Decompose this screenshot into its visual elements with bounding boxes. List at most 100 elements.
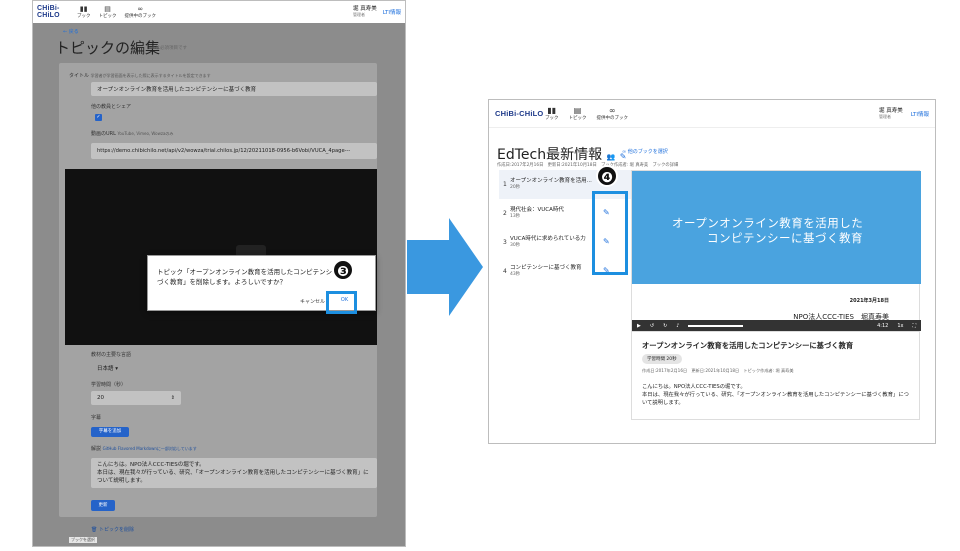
people-icon: 👥 (606, 153, 616, 161)
description-textarea[interactable]: こんにちは。NPO法人CCC-TIESの堀です。 本日は、現在我々が行っている、… (91, 458, 377, 488)
edit-icons-highlight-box (592, 191, 628, 275)
title-label-text: タイトル (69, 73, 90, 79)
nav-topics[interactable]: ▤ トピック (99, 5, 117, 19)
nav-label: 提供中のブック (596, 116, 629, 121)
book-title: EdTech最新情報 👥 ✎ (497, 144, 626, 164)
title-label: タイトル 学習者が学習画面を表示した際に表示するタイトルを設定できます (69, 72, 211, 79)
back-link[interactable]: ← 戻る (63, 28, 79, 35)
topic-duration: 13秒 (510, 214, 521, 219)
play-icon[interactable]: ▶ (637, 323, 641, 329)
user-role: 管理者 (878, 113, 891, 119)
topic-duration: 30秒 (510, 243, 521, 248)
nav-books[interactable]: ▮▮ ブック (545, 106, 559, 121)
nav-books[interactable]: ▮▮ ブック (77, 5, 91, 19)
topic-title: VUCA時代に求められている力 (510, 236, 586, 242)
user-menu[interactable]: 堀 真寿美 管理者 LTI情報 (353, 6, 401, 18)
link-icon: ∞ (608, 106, 616, 115)
description-label: 解説 GitHub Flavored Markdownに一部対応しています (91, 445, 197, 452)
language-select[interactable]: 日本語 ▾ (91, 361, 131, 374)
video-url-label-text: 動画のURL (91, 131, 116, 137)
app-logo[interactable]: CHiBi-CHiLO (37, 5, 77, 19)
title-input[interactable]: オープンオンライン教育を活用したコンピテンシーに基づく教育 (91, 82, 377, 96)
dialog-message: トピック「オープンオンライン教育を活用したコンピテンシーに基づく教育」を削除しま… (157, 268, 352, 286)
delete-topic-label: トピックを削除 (98, 527, 134, 533)
user-menu[interactable]: 堀 真寿美 管理者 LTI情報 (879, 108, 929, 120)
topic-description: こんにちは。NPO法人CCC-TIESの堀です。本日は、現在我々が行っている、研… (642, 383, 912, 407)
nav-topics[interactable]: ▤ トピック (569, 106, 587, 121)
study-time-value: 20 (97, 395, 104, 401)
topic-number: 4 (503, 268, 507, 275)
select-other-book-label: 他のブックを選択 (627, 149, 668, 155)
update-button[interactable]: 更新 (91, 500, 115, 511)
topic-number: 2 (503, 210, 507, 217)
volume-icon[interactable]: ♪ (676, 323, 679, 329)
slide-image: オープンオンライン教育を活用した コンピテンシーに基づく教育 (632, 171, 921, 284)
slide-line-2: コンピテンシーに基づく教育 (707, 231, 863, 245)
topic-duration: 43秒 (510, 272, 521, 277)
description-line-1: こんにちは。NPO法人CCC-TIESの堀です。 (642, 384, 746, 390)
trash-icon: 🗑 (91, 527, 98, 533)
book-title-text: EdTech最新情報 (497, 147, 603, 163)
book-icon: ▮▮ (547, 106, 557, 115)
title-hint: 学習者が学習画面を表示した際に表示するタイトルを設定できます (90, 73, 211, 78)
link-icon: ∞ (622, 149, 627, 155)
fullscreen-icon[interactable]: ⛶ (912, 323, 916, 329)
select-book-tooltip: ブックを選択 (69, 537, 97, 543)
step-4-marker: ❹ (596, 165, 618, 187)
player-time: 4:12 (877, 322, 889, 329)
topic-icon: ▤ (104, 5, 111, 13)
replay-icon[interactable]: ↻ (663, 323, 667, 329)
stepper-icon[interactable]: ⇕ (171, 395, 175, 401)
topic-title: 現代社会：VUCA時代 (510, 207, 564, 213)
add-caption-button[interactable]: 字幕を追加 (91, 427, 129, 437)
nav-shared-books[interactable]: ∞ 提供中のブック (125, 5, 157, 19)
video-player[interactable]: オープンオンライン教育を活用した コンピテンシーに基づく教育 2021年3月18日… (631, 170, 921, 332)
page-title: トピックの編集 (55, 39, 161, 57)
app-logo[interactable]: CHiBi-CHiLO (495, 109, 545, 118)
video-url-hint: YouTube, Vimeo, Wowzaのみ (117, 131, 174, 136)
description-label-text: 解説 (91, 446, 102, 452)
markdown-hint: GitHub Flavored Markdownに一部対応しています (102, 446, 197, 451)
book-icon: ▮▮ (79, 5, 88, 13)
topic-meta: 作成日:2017年2月16日 更新日:2021年10月18日 トピック作成者: … (642, 368, 794, 373)
topic-number: 1 (503, 181, 507, 188)
lti-info-link[interactable]: LTI情報 (911, 110, 929, 118)
book-meta: 作成日:2017年2月16日 更新日:2021年10月18日 ブック作成者: 堀… (497, 163, 679, 168)
share-label: 他の教員とシェア (91, 104, 132, 110)
caption-label: 字幕 (91, 415, 102, 421)
nav-label: ブック (77, 14, 91, 19)
lti-info-link[interactable]: LTI情報 (383, 8, 401, 16)
description-line-2: 本日は、現在我々が行っている、研究、「オープンオンライン教育を活用したコンピテン… (642, 392, 909, 406)
user-name: 堀 真寿美 (878, 107, 903, 114)
topic-duration: 20秒 (510, 185, 521, 190)
rewind-icon[interactable]: ↺ (650, 323, 654, 329)
link-icon: ∞ (137, 5, 144, 13)
slide-title: オープンオンライン教育を活用した コンピテンシーに基づく教育 (672, 216, 902, 246)
study-time-chip: 学習時間 20秒 (642, 354, 682, 364)
nav-label: 提供中のブック (124, 14, 157, 19)
book-view-screenshot: CHiBi-CHiLO ▮▮ ブック ▤ トピック ∞ 提供中のブック 堀 真寿美 管理… (488, 99, 936, 444)
playback-speed-button[interactable]: 1x (897, 323, 903, 329)
nav-shared-books[interactable]: ∞ 提供中のブック (597, 106, 629, 121)
topic-number: 3 (503, 239, 507, 246)
nav-label: ブック (545, 116, 559, 121)
user-role: 管理者 (352, 12, 365, 17)
video-url-input[interactable]: https://demo.chibichilo.net/api/v2/wowza… (91, 143, 377, 159)
progress-bar[interactable] (688, 324, 744, 327)
study-time-label: 学習時間（秒） (91, 382, 127, 388)
delete-topic-link[interactable]: 🗑 トピックを削除 (91, 526, 134, 533)
study-time-input[interactable]: 20 ⇕ (91, 391, 181, 405)
app-bar: CHiBi-CHiLO ▮▮ ブック ▤ トピック ∞ 提供中のブック 堀 真寿美 管理… (33, 1, 405, 23)
slide-date: 2021年3月18日 (849, 298, 889, 304)
flow-arrow-icon (407, 218, 483, 316)
nav-label: トピック (98, 14, 117, 19)
dialog-cancel-button[interactable]: キャンセル (300, 298, 325, 305)
topic-title: コンピテンシーに基づく教育 (510, 265, 582, 271)
topic-title: オープンオンライン教育を活用... (510, 178, 592, 184)
video-url-label: 動画のURL YouTube, Vimeo, Wowzaのみ (91, 130, 173, 137)
topic-heading: オープンオンライン教育を活用したコンピテンシーに基づく教育 (642, 341, 854, 350)
select-other-book-link[interactable]: ∞ 他のブックを選択 (622, 148, 668, 155)
share-checkbox[interactable]: ✓ (95, 114, 102, 121)
topic-icon: ▤ (573, 106, 582, 115)
app-bar: CHiBi-CHiLO ▮▮ ブック ▤ トピック ∞ 提供中のブック 堀 真寿美 管理… (489, 100, 935, 128)
